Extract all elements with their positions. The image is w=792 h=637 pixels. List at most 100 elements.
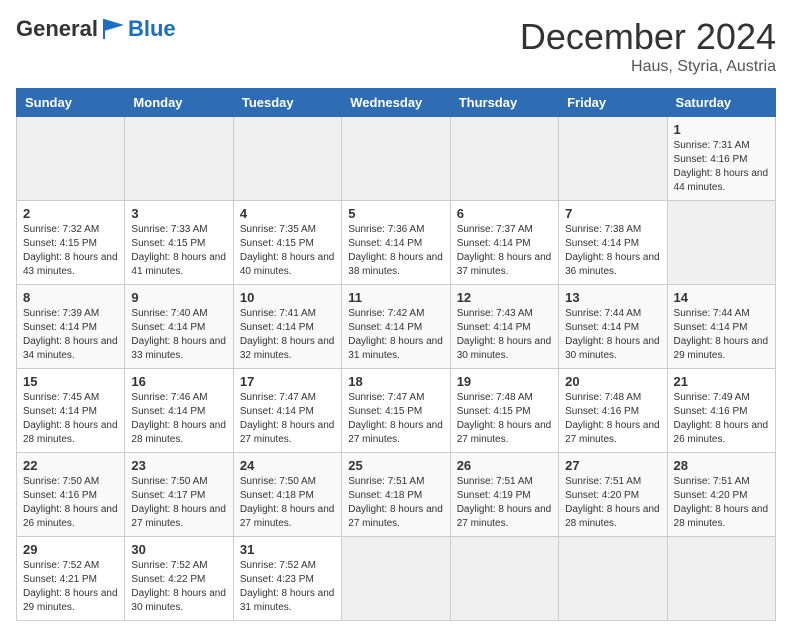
calendar-cell: 7 Sunrise: 7:38 AMSunset: 4:14 PMDayligh…	[559, 201, 667, 285]
calendar-cell: 27 Sunrise: 7:51 AMSunset: 4:20 PMDaylig…	[559, 453, 667, 537]
day-info: Sunrise: 7:50 AMSunset: 4:17 PMDaylight:…	[131, 475, 226, 531]
calendar-cell: 18 Sunrise: 7:47 AMSunset: 4:15 PMDaylig…	[342, 369, 450, 453]
day-info: Sunrise: 7:38 AMSunset: 4:14 PMDaylight:…	[565, 223, 660, 279]
day-info: Sunrise: 7:31 AMSunset: 4:16 PMDaylight:…	[674, 139, 769, 195]
day-number: 11	[348, 290, 443, 305]
calendar-cell: 17 Sunrise: 7:47 AMSunset: 4:14 PMDaylig…	[233, 369, 341, 453]
day-info: Sunrise: 7:47 AMSunset: 4:14 PMDaylight:…	[240, 391, 335, 447]
calendar-cell: 19 Sunrise: 7:48 AMSunset: 4:15 PMDaylig…	[450, 369, 558, 453]
day-info: Sunrise: 7:49 AMSunset: 4:16 PMDaylight:…	[674, 391, 769, 447]
day-number: 13	[565, 290, 660, 305]
day-info: Sunrise: 7:36 AMSunset: 4:14 PMDaylight:…	[348, 223, 443, 279]
day-number: 6	[457, 206, 552, 221]
logo-flag-icon	[100, 17, 128, 41]
day-info: Sunrise: 7:44 AMSunset: 4:14 PMDaylight:…	[565, 307, 660, 363]
calendar-cell: 5 Sunrise: 7:36 AMSunset: 4:14 PMDayligh…	[342, 201, 450, 285]
day-number: 25	[348, 458, 443, 473]
calendar-cell: 16 Sunrise: 7:46 AMSunset: 4:14 PMDaylig…	[125, 369, 233, 453]
page-header: General Blue December 2024 Haus, Styria,…	[16, 16, 776, 76]
calendar-cell: 13 Sunrise: 7:44 AMSunset: 4:14 PMDaylig…	[559, 285, 667, 369]
calendar-cell: 28 Sunrise: 7:51 AMSunset: 4:20 PMDaylig…	[667, 453, 775, 537]
day-number: 18	[348, 374, 443, 389]
calendar-cell	[233, 117, 341, 201]
day-number: 5	[348, 206, 443, 221]
calendar-week-row: 2 Sunrise: 7:32 AMSunset: 4:15 PMDayligh…	[17, 201, 776, 285]
day-number: 4	[240, 206, 335, 221]
calendar-week-row: 1 Sunrise: 7:31 AMSunset: 4:16 PMDayligh…	[17, 117, 776, 201]
day-number: 10	[240, 290, 335, 305]
day-info: Sunrise: 7:52 AMSunset: 4:23 PMDaylight:…	[240, 559, 335, 615]
day-number: 23	[131, 458, 226, 473]
day-info: Sunrise: 7:43 AMSunset: 4:14 PMDaylight:…	[457, 307, 552, 363]
calendar-cell	[559, 537, 667, 621]
day-info: Sunrise: 7:41 AMSunset: 4:14 PMDaylight:…	[240, 307, 335, 363]
month-title: December 2024	[520, 16, 776, 58]
day-number: 15	[23, 374, 118, 389]
day-number: 3	[131, 206, 226, 221]
day-info: Sunrise: 7:42 AMSunset: 4:14 PMDaylight:…	[348, 307, 443, 363]
column-header-friday: Friday	[559, 89, 667, 117]
day-number: 28	[674, 458, 769, 473]
calendar-cell: 9 Sunrise: 7:40 AMSunset: 4:14 PMDayligh…	[125, 285, 233, 369]
calendar-header-row: SundayMondayTuesdayWednesdayThursdayFrid…	[17, 89, 776, 117]
day-info: Sunrise: 7:48 AMSunset: 4:15 PMDaylight:…	[457, 391, 552, 447]
day-number: 7	[565, 206, 660, 221]
calendar-cell: 2 Sunrise: 7:32 AMSunset: 4:15 PMDayligh…	[17, 201, 125, 285]
day-number: 12	[457, 290, 552, 305]
day-info: Sunrise: 7:39 AMSunset: 4:14 PMDaylight:…	[23, 307, 118, 363]
calendar-week-row: 15 Sunrise: 7:45 AMSunset: 4:14 PMDaylig…	[17, 369, 776, 453]
calendar-cell: 12 Sunrise: 7:43 AMSunset: 4:14 PMDaylig…	[450, 285, 558, 369]
day-number: 29	[23, 542, 118, 557]
day-info: Sunrise: 7:51 AMSunset: 4:18 PMDaylight:…	[348, 475, 443, 531]
calendar-cell	[125, 117, 233, 201]
calendar-cell	[17, 117, 125, 201]
column-header-thursday: Thursday	[450, 89, 558, 117]
calendar-cell: 14 Sunrise: 7:44 AMSunset: 4:14 PMDaylig…	[667, 285, 775, 369]
day-number: 9	[131, 290, 226, 305]
day-info: Sunrise: 7:40 AMSunset: 4:14 PMDaylight:…	[131, 307, 226, 363]
logo-blue-text: Blue	[128, 16, 176, 42]
calendar-cell	[342, 117, 450, 201]
column-header-wednesday: Wednesday	[342, 89, 450, 117]
calendar-cell	[667, 201, 775, 285]
title-block: December 2024 Haus, Styria, Austria	[520, 16, 776, 76]
calendar-cell: 29 Sunrise: 7:52 AMSunset: 4:21 PMDaylig…	[17, 537, 125, 621]
calendar-cell: 3 Sunrise: 7:33 AMSunset: 4:15 PMDayligh…	[125, 201, 233, 285]
column-header-saturday: Saturday	[667, 89, 775, 117]
day-info: Sunrise: 7:32 AMSunset: 4:15 PMDaylight:…	[23, 223, 118, 279]
logo-general-text: General	[16, 16, 98, 42]
day-number: 24	[240, 458, 335, 473]
calendar-cell: 22 Sunrise: 7:50 AMSunset: 4:16 PMDaylig…	[17, 453, 125, 537]
calendar-week-row: 22 Sunrise: 7:50 AMSunset: 4:16 PMDaylig…	[17, 453, 776, 537]
day-number: 19	[457, 374, 552, 389]
calendar-cell: 20 Sunrise: 7:48 AMSunset: 4:16 PMDaylig…	[559, 369, 667, 453]
calendar-cell: 1 Sunrise: 7:31 AMSunset: 4:16 PMDayligh…	[667, 117, 775, 201]
day-number: 8	[23, 290, 118, 305]
day-info: Sunrise: 7:44 AMSunset: 4:14 PMDaylight:…	[674, 307, 769, 363]
day-number: 31	[240, 542, 335, 557]
day-number: 22	[23, 458, 118, 473]
day-number: 26	[457, 458, 552, 473]
calendar-cell: 30 Sunrise: 7:52 AMSunset: 4:22 PMDaylig…	[125, 537, 233, 621]
calendar-cell: 11 Sunrise: 7:42 AMSunset: 4:14 PMDaylig…	[342, 285, 450, 369]
day-info: Sunrise: 7:51 AMSunset: 4:19 PMDaylight:…	[457, 475, 552, 531]
calendar-cell: 26 Sunrise: 7:51 AMSunset: 4:19 PMDaylig…	[450, 453, 558, 537]
column-header-sunday: Sunday	[17, 89, 125, 117]
day-number: 17	[240, 374, 335, 389]
location-text: Haus, Styria, Austria	[520, 58, 776, 76]
calendar-cell: 31 Sunrise: 7:52 AMSunset: 4:23 PMDaylig…	[233, 537, 341, 621]
day-info: Sunrise: 7:47 AMSunset: 4:15 PMDaylight:…	[348, 391, 443, 447]
calendar-cell	[667, 537, 775, 621]
day-number: 14	[674, 290, 769, 305]
day-info: Sunrise: 7:50 AMSunset: 4:18 PMDaylight:…	[240, 475, 335, 531]
day-info: Sunrise: 7:35 AMSunset: 4:15 PMDaylight:…	[240, 223, 335, 279]
day-number: 2	[23, 206, 118, 221]
day-info: Sunrise: 7:51 AMSunset: 4:20 PMDaylight:…	[565, 475, 660, 531]
day-info: Sunrise: 7:45 AMSunset: 4:14 PMDaylight:…	[23, 391, 118, 447]
calendar-week-row: 8 Sunrise: 7:39 AMSunset: 4:14 PMDayligh…	[17, 285, 776, 369]
calendar-table: SundayMondayTuesdayWednesdayThursdayFrid…	[16, 88, 776, 621]
day-info: Sunrise: 7:37 AMSunset: 4:14 PMDaylight:…	[457, 223, 552, 279]
column-header-tuesday: Tuesday	[233, 89, 341, 117]
calendar-cell: 10 Sunrise: 7:41 AMSunset: 4:14 PMDaylig…	[233, 285, 341, 369]
column-header-monday: Monday	[125, 89, 233, 117]
